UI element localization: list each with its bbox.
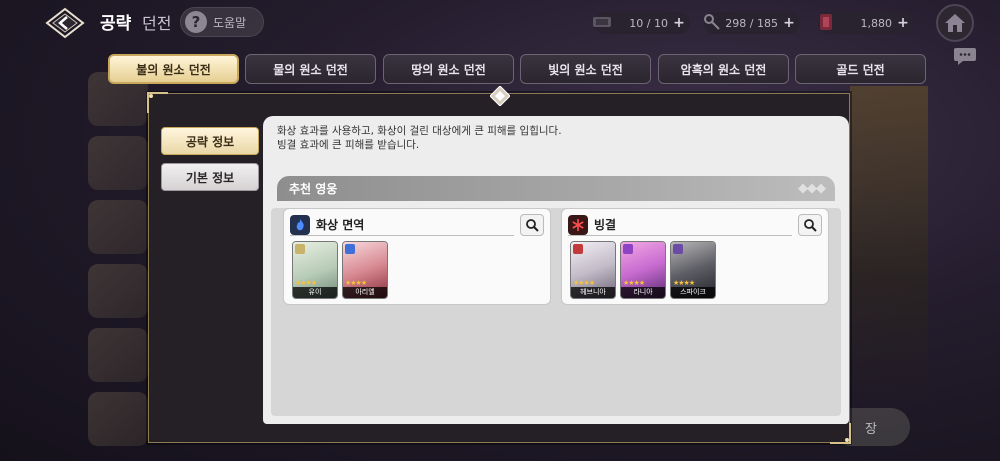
- element-badge-icon: [673, 244, 683, 254]
- page-title: 공략: [100, 14, 132, 34]
- home-icon: [945, 14, 965, 32]
- background-portrait: [88, 136, 148, 190]
- tab-basic-info[interactable]: 기본 정보: [161, 163, 259, 191]
- back-button[interactable]: [44, 6, 86, 40]
- background-artwork: [850, 86, 928, 406]
- strategy-modal: 공략 정보 기본 정보 화상 효과를 사용하고, 화상이 걸린 대상에게 큰 피…: [147, 92, 851, 444]
- key-value: 298 / 185: [725, 16, 778, 30]
- recommended-heroes-header: 추천 영웅 ◆◆◆: [277, 176, 835, 201]
- hero-stars: ★★★★: [573, 279, 595, 287]
- background-portrait: [88, 392, 148, 446]
- tab-earth-dungeon[interactable]: 땅의 원소 던전: [383, 54, 514, 84]
- description-line: 화상 효과를 사용하고, 화상이 걸린 대상에게 큰 피해를 입힙니다.: [277, 125, 562, 137]
- ticket-value: 10 / 10: [629, 16, 668, 30]
- dungeon-description: 화상 효과를 사용하고, 화상이 걸린 대상에게 큰 피해를 입힙니다. 빙결 …: [277, 124, 562, 152]
- element-badge-icon: [345, 244, 355, 254]
- help-label: 도움말: [213, 15, 247, 30]
- background-portrait: [88, 200, 148, 254]
- element-badge-icon: [295, 244, 305, 254]
- diamond-deco-icon: ◆◆◆: [798, 181, 826, 196]
- ticket-resource: 10 / 10 +: [593, 12, 690, 34]
- strategy-panel: 화상 효과를 사용하고, 화상이 걸린 대상에게 큰 피해를 입힙니다. 빙결 …: [263, 116, 849, 424]
- element-badge-icon: [573, 244, 583, 254]
- burn-immunity-icon: [290, 214, 310, 235]
- hero-card[interactable]: ★★★★ 헤브니아: [570, 241, 616, 299]
- help-button[interactable]: ? 도움말: [180, 7, 264, 37]
- hero-name: 스파이크: [671, 287, 715, 298]
- chat-button[interactable]: [953, 46, 977, 66]
- ticket-icon: [590, 10, 614, 34]
- hero-name: 헤브니아: [571, 287, 615, 298]
- hero-stars: ★★★★: [295, 279, 317, 287]
- element-tabs: 불의 원소 던전 물의 원소 던전 땅의 원소 던전 빛의 원소 던전 암흑의 …: [108, 54, 928, 86]
- add-gem-button[interactable]: +: [896, 16, 910, 30]
- tab-gold-dungeon[interactable]: 골드 던전: [795, 54, 926, 84]
- hero-card[interactable]: ★★★★ 라니아: [620, 241, 666, 299]
- hero-card[interactable]: ★★★★ 아리엘: [342, 241, 388, 299]
- tab-water-dungeon[interactable]: 물의 원소 던전: [245, 54, 376, 84]
- hero-name: 유이: [293, 287, 337, 298]
- hero-stars: ★★★★: [623, 279, 645, 287]
- tab-fire-dungeon[interactable]: 불의 원소 던전: [108, 54, 239, 84]
- tab-light-dungeon[interactable]: 빛의 원소 던전: [520, 54, 651, 84]
- key-icon: [700, 10, 724, 34]
- hero-group-header: 빙결: [568, 214, 792, 236]
- description-line: 빙결 효과에 큰 피해를 받습니다.: [277, 139, 420, 151]
- question-icon: ?: [185, 11, 207, 33]
- hero-group-card: 화상 면역 ★★★★ 유이 ★★★★ 아리엘: [283, 208, 551, 305]
- freeze-icon: [568, 214, 588, 235]
- search-icon: [526, 219, 539, 232]
- hero-group-card: 빙결 ★★★★ 헤브니아 ★★★★ 라니아 ★★★★ 스파이크: [561, 208, 829, 305]
- diamond-ornament-icon: [490, 86, 510, 106]
- tab-dark-dungeon[interactable]: 암흑의 원소 던전: [658, 54, 789, 84]
- hero-card[interactable]: ★★★★ 스파이크: [670, 241, 716, 299]
- hero-group-header: 화상 면역: [290, 214, 514, 236]
- recommended-heroes-title: 추천 영웅: [289, 182, 338, 196]
- key-resource: 298 / 185 +: [704, 12, 800, 34]
- corner-ornament: [830, 423, 851, 444]
- search-icon: [804, 219, 817, 232]
- page-subtitle: 던전: [142, 14, 172, 33]
- back-arrow-icon: [45, 7, 85, 39]
- add-ticket-button[interactable]: +: [672, 16, 686, 30]
- hero-stars: ★★★★: [673, 279, 695, 287]
- background-portrait: [88, 328, 148, 382]
- gem-resource: 1,880 +: [818, 12, 914, 34]
- hero-stars: ★★★★: [345, 279, 367, 287]
- corner-ornament: [147, 92, 168, 113]
- gem-value: 1,880: [860, 16, 893, 30]
- element-badge-icon: [623, 244, 633, 254]
- hero-group-title: 빙결: [594, 218, 617, 232]
- hero-card[interactable]: ★★★★ 유이: [292, 241, 338, 299]
- top-bar: 공략 던전 ? 도움말 10 / 10 + 298 / 185 + 1,880 …: [0, 0, 1000, 46]
- search-button[interactable]: [798, 214, 822, 236]
- hero-name: 라니아: [621, 287, 665, 298]
- hero-group-title: 화상 면역: [316, 218, 365, 232]
- add-key-button[interactable]: +: [782, 16, 796, 30]
- gem-icon: [814, 10, 838, 34]
- chat-bubble-icon: [954, 48, 976, 65]
- hero-name: 아리엘: [343, 287, 387, 298]
- background-portrait: [88, 264, 148, 318]
- search-button[interactable]: [520, 214, 544, 236]
- home-button[interactable]: [936, 4, 974, 42]
- tab-strategy-info[interactable]: 공략 정보: [161, 127, 259, 155]
